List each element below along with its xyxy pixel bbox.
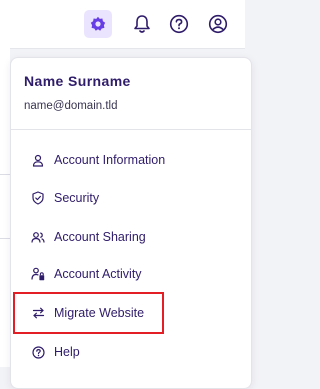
shield-icon xyxy=(31,191,45,205)
top-bar xyxy=(0,0,245,49)
user-icon xyxy=(31,153,45,167)
highlight-box xyxy=(13,292,164,334)
menu-item-help[interactable]: Help xyxy=(11,339,251,365)
background-panel xyxy=(0,48,10,367)
menu-item-label: Account Sharing xyxy=(54,230,146,244)
background-divider xyxy=(0,238,10,239)
menu-item-account-information[interactable]: Account Information xyxy=(11,147,251,173)
help-icon[interactable] xyxy=(165,10,193,38)
account-dropdown-menu: Name Surname name@domain.tld Account Inf… xyxy=(10,57,252,389)
user-activity-icon xyxy=(31,267,45,281)
help-circle-icon xyxy=(31,345,45,359)
settings-icon[interactable] xyxy=(84,10,112,38)
menu-item-label: Help xyxy=(54,345,80,359)
menu-item-label: Account Information xyxy=(54,153,166,167)
menu-item-account-activity[interactable]: Account Activity xyxy=(11,261,251,287)
users-icon xyxy=(31,230,45,244)
user-icon[interactable] xyxy=(204,10,232,38)
profile-email: name@domain.tld xyxy=(24,100,118,112)
profile-name: Name Surname xyxy=(24,73,131,89)
menu-item-label: Account Activity xyxy=(54,267,142,281)
background-divider xyxy=(0,174,10,175)
bell-icon[interactable] xyxy=(128,10,156,38)
menu-item-account-sharing[interactable]: Account Sharing xyxy=(11,224,251,250)
menu-item-label: Security xyxy=(54,191,100,205)
menu-divider xyxy=(11,129,251,130)
menu-item-security[interactable]: Security xyxy=(11,185,251,211)
